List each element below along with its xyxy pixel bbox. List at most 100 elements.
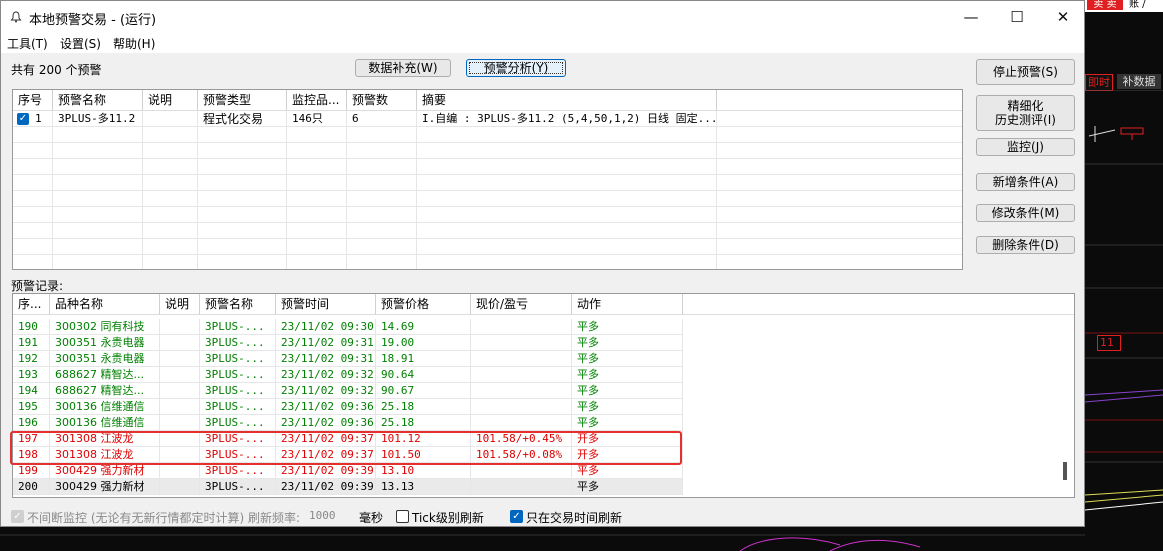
record-pnl (471, 479, 572, 495)
table-row[interactable]: 199 300429 强力新材 3PLUS-... 23/11/02 09:39 13.… (13, 463, 683, 479)
table-row[interactable]: 193 688627 精智达... 3PLUS-... 23/11/02 09:32 9… (13, 367, 683, 383)
col-header[interactable]: 说明 (160, 294, 200, 314)
alert-name: 3PLUS-多11.2 (53, 111, 143, 127)
table-row[interactable]: 196 300136 信维通信 3PLUS-... 23/11/02 09:36 25.… (13, 415, 683, 431)
record-stock: 300351 永贵电器 (50, 351, 160, 367)
sell-button[interactable]: 卖 卖 (1087, 0, 1123, 10)
record-time: 23/11/02 09:30 (276, 319, 376, 335)
background-tabs: 即时 补数据 (1085, 72, 1163, 91)
table-row[interactable]: 195 300136 信维通信 3PLUS-... 23/11/02 09:36 25.… (13, 399, 683, 415)
account-label: 账 / (1129, 0, 1146, 10)
col-header[interactable]: 预警时间 (276, 294, 376, 314)
col-header[interactable]: 监控品... (287, 90, 347, 110)
delete-condition-button[interactable]: 删除条件(D) (976, 236, 1075, 254)
row-checkbox-cell[interactable]: ✓ 1 (13, 111, 53, 127)
record-pnl (471, 415, 572, 431)
record-price: 25.18 (376, 399, 471, 415)
record-no: 193 (13, 367, 50, 383)
table-row[interactable]: 192 300351 永贵电器 3PLUS-... 23/11/02 09:31 18.… (13, 351, 683, 367)
record-pnl (471, 367, 572, 383)
alert-list-header: 序号 预警名称 说明 预警类型 监控品... 预警数 摘要 (13, 90, 962, 111)
alert-analysis-button[interactable]: 预警分析(Y) (466, 59, 566, 77)
record-time: 23/11/02 09:31 (276, 351, 376, 367)
table-row[interactable]: 191 300351 永贵电器 3PLUS-... 23/11/02 09:31 19.… (13, 335, 683, 351)
background-toolbar: 卖 卖 账 / (1085, 0, 1163, 12)
continuous-monitor-label: 不间断监控 (无论有无新行情都定时计算) 刷新频率: (27, 511, 301, 525)
background-chart (1085, 90, 1163, 511)
record-time: 23/11/02 09:32 (276, 383, 376, 399)
col-header[interactable]: 预警类型 (198, 90, 287, 110)
record-alert-name: 3PLUS-... (200, 367, 276, 383)
menu-help[interactable]: 帮助(H) (113, 35, 155, 52)
alert-trading-window: 本地预警交易 - (运行) — ☐ ✕ 工具(T) 设置(S) 帮助(H) 共有… (0, 0, 1085, 527)
record-stock: 300136 信维通信 (50, 415, 160, 431)
record-time: 23/11/02 09:32 (276, 367, 376, 383)
tab-live[interactable]: 即时 (1085, 74, 1113, 91)
record-no: 191 (13, 335, 50, 351)
record-price: 19.00 (376, 335, 471, 351)
record-alert-name: 3PLUS-... (200, 383, 276, 399)
minimize-button[interactable]: — (948, 5, 994, 29)
records-header: 序... 品种名称 说明 预警名称 预警时间 预警价格 现价/盈亏 动作 (13, 294, 1074, 315)
col-header[interactable]: 预警价格 (376, 294, 471, 314)
record-desc (160, 367, 200, 383)
records-label: 预警记录: (11, 279, 64, 293)
col-header[interactable]: 动作 (572, 294, 683, 314)
record-pnl (471, 383, 572, 399)
trade-time-checkbox[interactable]: ✓ (510, 510, 523, 523)
col-header[interactable]: 品种名称 (50, 294, 160, 314)
record-no: 195 (13, 399, 50, 415)
record-no: 192 (13, 351, 50, 367)
table-row[interactable]: ✓ 1 3PLUS-多11.2 程式化交易 146只 6 I.自编 : 3PLU… (13, 111, 962, 127)
record-action: 平多 (572, 367, 683, 383)
record-desc (160, 351, 200, 367)
record-alert-name: 3PLUS-... (200, 351, 276, 367)
alert-list-table: 序号 预警名称 说明 预警类型 监控品... 预警数 摘要 ✓ 1 3PLUS-… (12, 89, 963, 270)
highlight-annotation (10, 431, 682, 465)
stop-alert-button[interactable]: 停止预警(S) (976, 59, 1075, 85)
data-fill-button[interactable]: 数据补充(W) (355, 59, 451, 77)
record-desc (160, 335, 200, 351)
record-desc (160, 399, 200, 415)
col-header[interactable]: 预警名称 (53, 90, 143, 110)
modify-condition-button[interactable]: 修改条件(M) (976, 204, 1075, 222)
alert-type: 程式化交易 (198, 111, 287, 127)
record-desc (160, 383, 200, 399)
table-row[interactable]: 194 688627 精智达... 3PLUS-... 23/11/02 09:32 9… (13, 383, 683, 399)
col-header[interactable]: 说明 (143, 90, 198, 110)
table-row[interactable]: 200 300429 强力新材 3PLUS-... 23/11/02 09:39 13.… (13, 479, 683, 495)
record-action: 平多 (572, 415, 683, 431)
col-header[interactable]: 摘要 (417, 90, 717, 110)
monitor-button[interactable]: 监控(J) (976, 138, 1075, 156)
col-header[interactable]: 序... (13, 294, 50, 314)
record-action: 平多 (572, 383, 683, 399)
col-header[interactable]: 现价/盈亏 (471, 294, 572, 314)
record-price: 13.13 (376, 479, 471, 495)
continuous-monitor-checkbox[interactable]: ✓ (11, 510, 24, 523)
refresh-rate-input[interactable]: 1000 (309, 507, 355, 525)
menu-settings[interactable]: 设置(S) (60, 35, 101, 52)
col-header[interactable]: 预警数 (347, 90, 417, 110)
record-no: 196 (13, 415, 50, 431)
add-condition-button[interactable]: 新增条件(A) (976, 173, 1075, 191)
record-price: 90.64 (376, 367, 471, 383)
tick-refresh-checkbox[interactable] (396, 510, 409, 523)
record-alert-name: 3PLUS-... (200, 415, 276, 431)
alert-desc (143, 111, 198, 127)
menu-tools[interactable]: 工具(T) (7, 35, 48, 52)
record-price: 25.18 (376, 415, 471, 431)
history-eval-button[interactable]: 精细化 历史测评(I) (976, 95, 1075, 131)
maximize-button[interactable]: ☐ (994, 5, 1040, 29)
col-header[interactable]: 预警名称 (200, 294, 276, 314)
col-header[interactable]: 序号 (13, 90, 53, 110)
checkbox-checked-icon[interactable]: ✓ (17, 113, 29, 125)
record-stock: 688627 精智达... (50, 383, 160, 399)
table-row[interactable]: 190 300302 同有科技 3PLUS-... 23/11/02 09:30 14.… (13, 319, 683, 335)
records-scrollbar-thumb[interactable] (1063, 462, 1067, 480)
record-time: 23/11/02 09:36 (276, 399, 376, 415)
tab-fill-data[interactable]: 补数据 (1117, 74, 1161, 89)
record-stock: 300429 强力新材 (50, 479, 160, 495)
record-alert-name: 3PLUS-... (200, 319, 276, 335)
alert-summary: I.自编 : 3PLUS-多11.2 (5,4,50,1,2) 日线 固定... (417, 111, 717, 127)
close-button[interactable]: ✕ (1040, 5, 1086, 29)
